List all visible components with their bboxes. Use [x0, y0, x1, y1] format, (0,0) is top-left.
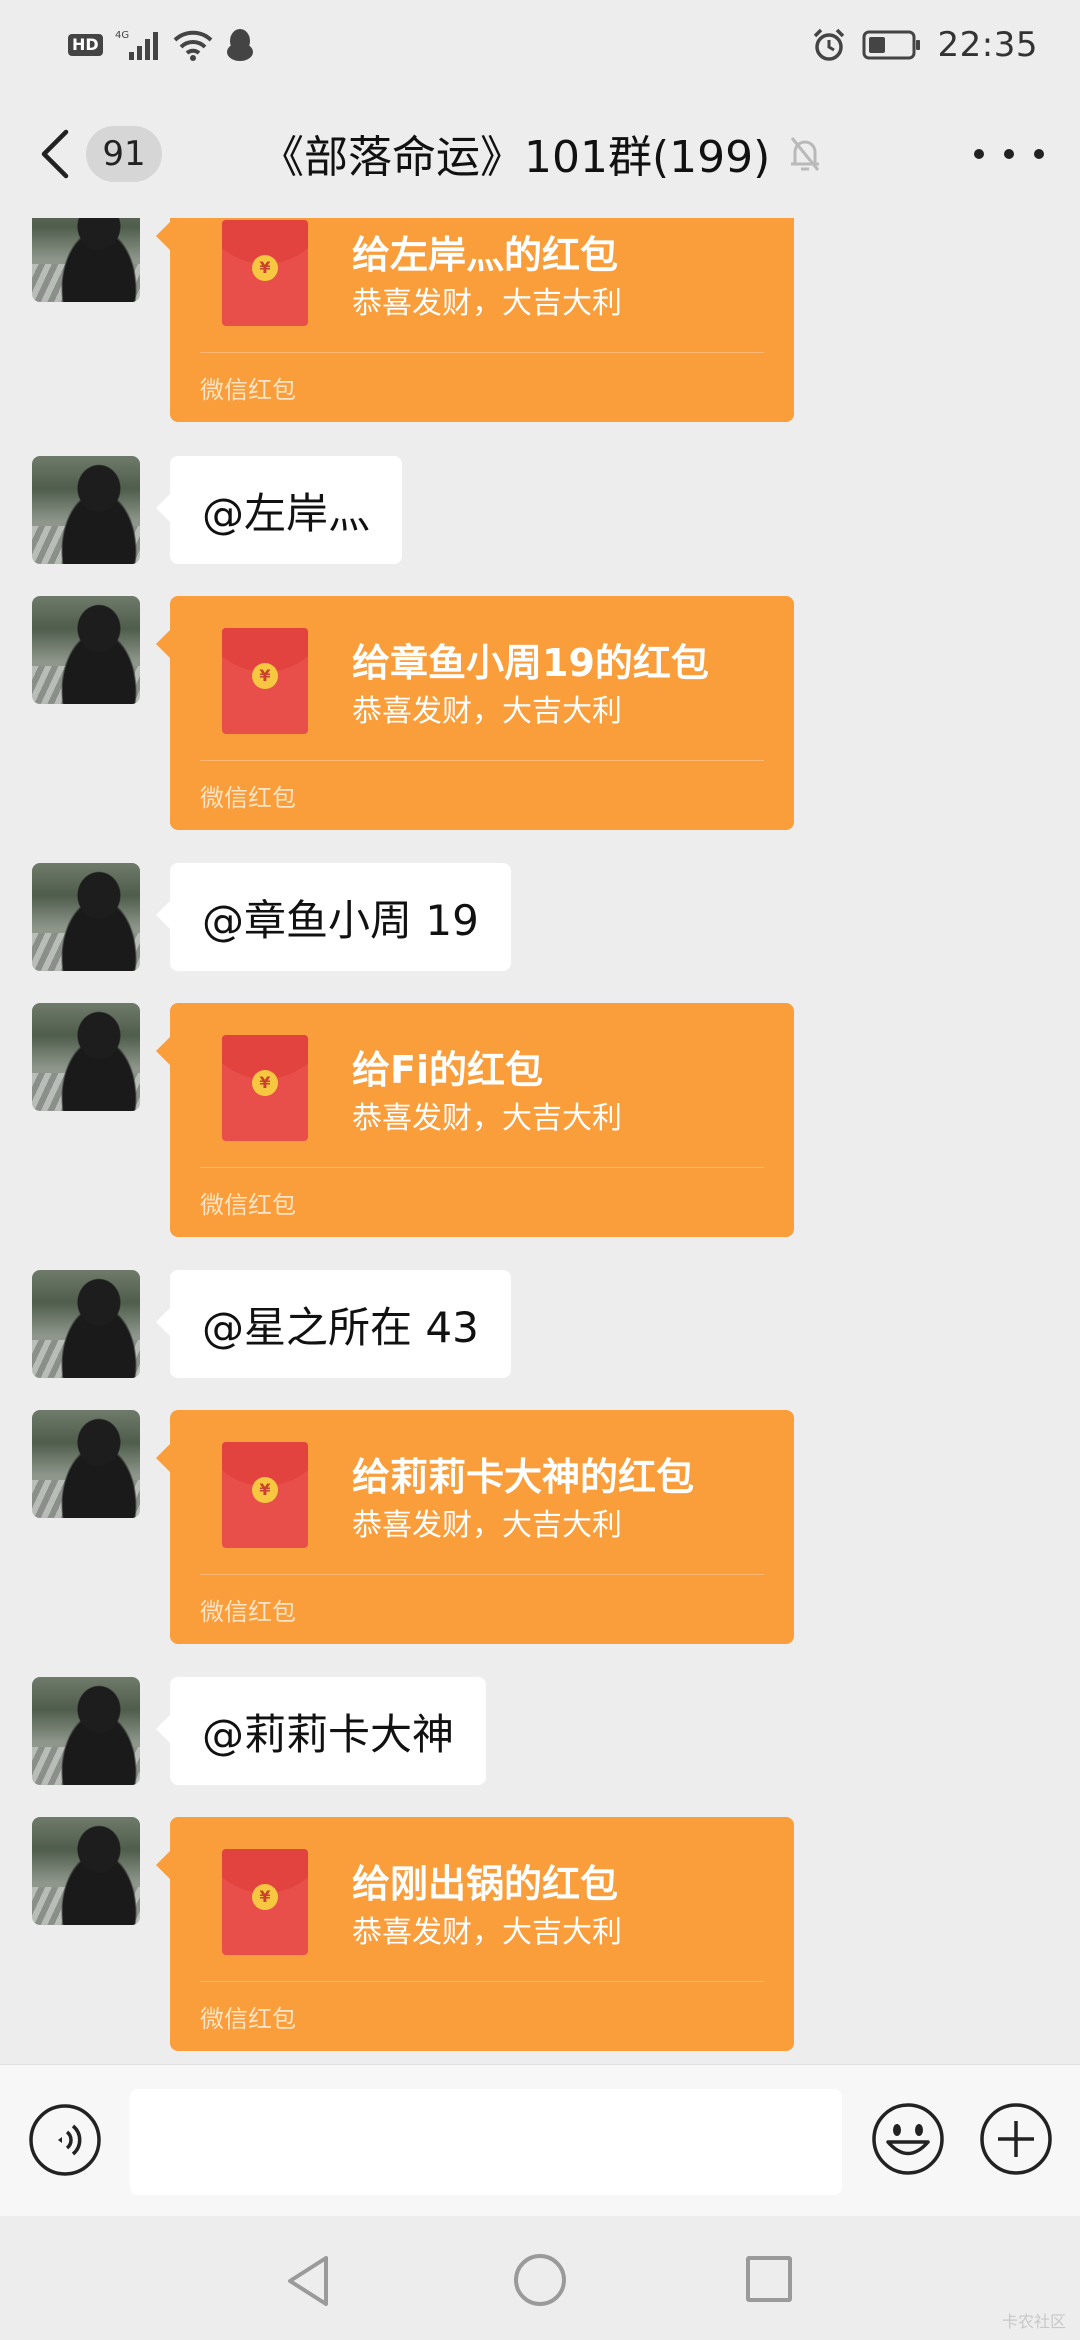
- red-packet-message[interactable]: ¥ 给章鱼小周19的红包 恭喜发财，大吉大利 微信红包: [156, 596, 794, 830]
- red-packet-divider: [200, 1574, 764, 1575]
- status-right: 22:35: [812, 22, 1038, 68]
- red-packet-greeting: 恭喜发财，大吉大利: [352, 1508, 622, 1543]
- back-button[interactable]: [36, 126, 76, 182]
- sender-avatar[interactable]: [32, 863, 140, 971]
- voice-button[interactable]: [28, 2103, 102, 2177]
- red-packet-message[interactable]: ¥ 给Fi的红包 恭喜发财，大吉大利 微信红包: [156, 1003, 794, 1237]
- red-packet-title: 给刚出锅的红包: [352, 1862, 619, 1906]
- system-navigation-bar: 卡农社区: [0, 2216, 1080, 2340]
- red-packet-title: 给章鱼小周19的红包: [352, 641, 709, 685]
- chat-header: 91 《部落命运》101群(199): [0, 90, 1080, 218]
- red-packet-message[interactable]: ¥ 给莉莉卡大神的红包 恭喜发财，大吉大利 微信红包: [156, 1410, 794, 1644]
- sender-avatar[interactable]: [32, 1677, 140, 1785]
- network-type-label: 4G: [115, 30, 129, 41]
- emoji-button[interactable]: [870, 2101, 946, 2177]
- red-envelope-icon: ¥: [222, 1442, 308, 1548]
- status-left: HD 4G: [68, 22, 255, 68]
- sender-avatar[interactable]: [32, 1270, 140, 1378]
- red-packet-footer: 微信红包: [200, 1191, 296, 1219]
- cellular-signal-icon: 4G: [115, 28, 161, 62]
- red-envelope-icon: ¥: [222, 220, 308, 326]
- red-packet-greeting: 恭喜发财，大吉大利: [352, 1101, 622, 1136]
- qq-penguin-icon: [225, 28, 255, 62]
- voice-icon: [29, 2104, 101, 2176]
- red-envelope-icon: ¥: [222, 628, 308, 734]
- status-bar: HD 4G 22:35: [0, 0, 1080, 90]
- yuan-coin-icon: ¥: [252, 1477, 278, 1503]
- yuan-coin-icon: ¥: [252, 1884, 278, 1910]
- red-envelope-icon: ¥: [222, 1849, 308, 1955]
- red-packet-divider: [200, 1167, 764, 1168]
- chat-messages[interactable]: ¥ 给左岸灬的红包 恭喜发财，大吉大利 微信红包 @左岸灬 ¥ 给章鱼小周19的…: [0, 218, 1080, 2064]
- smiley-icon: [872, 2103, 944, 2175]
- yuan-coin-icon: ¥: [252, 663, 278, 689]
- more-dots-icon: [1034, 149, 1044, 159]
- red-packet-message[interactable]: ¥ 给刚出锅的红包 恭喜发财，大吉大利 微信红包: [156, 1817, 794, 2051]
- text-message[interactable]: @莉莉卡大神: [155, 1677, 487, 1785]
- system-recents-button[interactable]: [746, 2256, 792, 2302]
- more-options-button[interactable]: [974, 134, 1044, 174]
- sender-avatar[interactable]: [32, 218, 140, 302]
- red-packet-title: 给左岸灬的红包: [352, 233, 619, 277]
- unread-count-badge[interactable]: 91: [86, 126, 162, 182]
- red-packet-divider: [200, 352, 764, 353]
- message-input-bar: [0, 2064, 1080, 2216]
- red-packet-greeting: 恭喜发财，大吉大利: [352, 286, 622, 321]
- system-home-button[interactable]: [514, 2254, 566, 2306]
- triangle-back-icon: [288, 2256, 328, 2306]
- red-packet-footer: 微信红包: [200, 1598, 296, 1626]
- red-packet-footer: 微信红包: [200, 784, 296, 812]
- message-input[interactable]: [130, 2089, 842, 2195]
- battery-icon: [862, 29, 922, 61]
- red-packet-footer: 微信红包: [200, 2005, 296, 2033]
- system-back-button[interactable]: [282, 2252, 334, 2310]
- sender-avatar[interactable]: [32, 1003, 140, 1111]
- chevron-left-icon: [41, 129, 69, 179]
- red-packet-greeting: 恭喜发财，大吉大利: [352, 1915, 622, 1950]
- plus-circle-icon: [980, 2103, 1052, 2175]
- red-packet-divider: [200, 1981, 764, 1982]
- sender-avatar[interactable]: [32, 1817, 140, 1925]
- text-message[interactable]: @星之所在 43: [156, 1270, 511, 1378]
- wifi-icon: [173, 29, 213, 61]
- red-packet-title: 给莉莉卡大神的红包: [352, 1455, 695, 1499]
- red-packet-message[interactable]: ¥ 给左岸灬的红包 恭喜发财，大吉大利 微信红包: [156, 218, 794, 422]
- yuan-coin-icon: ¥: [252, 255, 278, 281]
- text-message[interactable]: @章鱼小周 19: [156, 863, 511, 971]
- more-dots-icon: [974, 149, 984, 159]
- yuan-coin-icon: ¥: [252, 1070, 278, 1096]
- alarm-icon: [812, 28, 846, 62]
- chat-title: 《部落命运》101群(199): [260, 132, 771, 183]
- sender-avatar[interactable]: [32, 1410, 140, 1518]
- sender-avatar[interactable]: [32, 596, 140, 704]
- red-packet-title: 给Fi的红包: [352, 1048, 543, 1092]
- red-packet-divider: [200, 760, 764, 761]
- more-dots-icon: [1004, 149, 1014, 159]
- bell-muted-icon: [786, 134, 824, 174]
- more-functions-button[interactable]: [978, 2101, 1054, 2177]
- red-packet-footer: 微信红包: [200, 376, 296, 404]
- sender-avatar[interactable]: [32, 456, 140, 564]
- text-message[interactable]: @左岸灬: [155, 456, 403, 564]
- status-time: 22:35: [937, 25, 1038, 65]
- red-envelope-icon: ¥: [222, 1035, 308, 1141]
- watermark: 卡农社区: [1001, 2312, 1066, 2331]
- hd-badge: HD: [68, 34, 103, 56]
- red-packet-greeting: 恭喜发财，大吉大利: [352, 694, 622, 729]
